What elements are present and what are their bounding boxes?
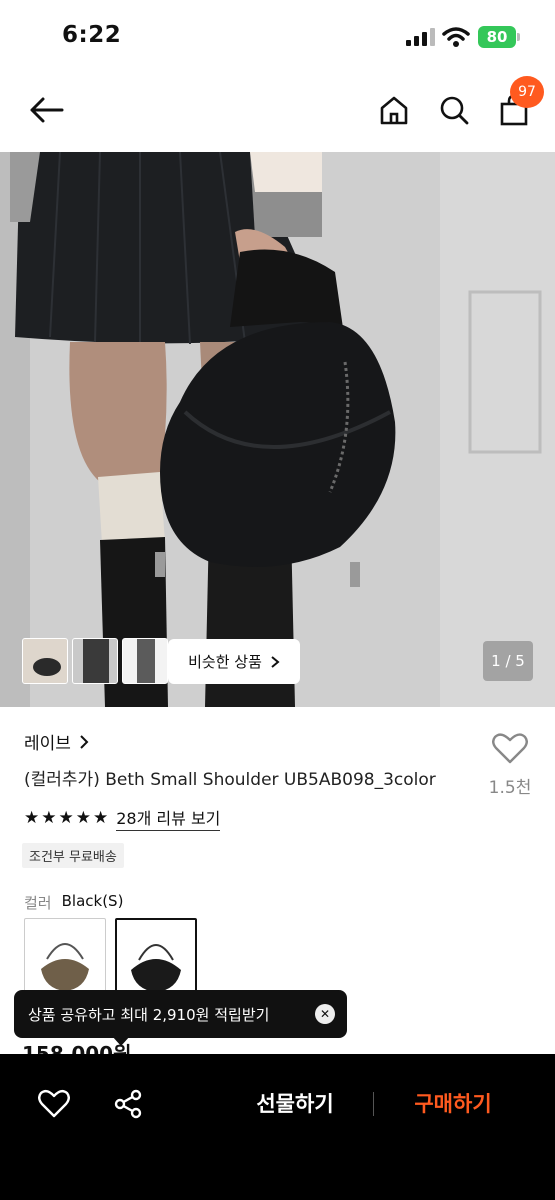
wifi-icon <box>442 27 470 47</box>
like-count: 1.5천 <box>488 778 532 798</box>
product-title: (컬러추가) Beth Small Shoulder UB5AB098_3col… <box>24 770 436 790</box>
gift-button[interactable]: 선물하기 <box>236 1088 354 1122</box>
product-image-gallery[interactable]: 비슷한 상품 1 / 5 <box>0 152 555 707</box>
status-time: 6:22 <box>62 22 122 48</box>
cart-count-badge: 97 <box>510 76 544 108</box>
thumbnail-2[interactable] <box>72 638 118 684</box>
chevron-right-icon <box>271 655 280 668</box>
battery-tip <box>517 33 520 41</box>
brand-link[interactable]: 레이브 <box>24 729 89 754</box>
similar-products-label: 비슷한 상품 <box>188 653 262 671</box>
share-icon[interactable] <box>112 1088 144 1120</box>
star-icon: ★ <box>75 807 91 828</box>
image-pager: 1 / 5 <box>483 641 533 681</box>
reviews-link[interactable]: 28개 리뷰 보기 <box>116 805 221 831</box>
heart-icon <box>492 733 528 764</box>
home-icon <box>380 96 408 125</box>
tooltip-tail <box>112 1036 130 1046</box>
star-rating: ★ ★ ★ ★ ★ <box>24 807 109 828</box>
divider <box>373 1092 374 1116</box>
back-button[interactable] <box>24 90 68 130</box>
thumbnail-1[interactable] <box>22 638 68 684</box>
star-icon: ★ <box>41 807 57 828</box>
star-icon: ★ <box>58 807 74 828</box>
shipping-badge: 조건부 무료배송 <box>22 843 124 868</box>
like-button[interactable] <box>486 732 534 768</box>
cellular-signal-icon <box>406 28 435 46</box>
star-icon: ★ <box>93 807 109 828</box>
share-reward-tooltip: 상품 공유하고 최대 2,910원 적립받기 ✕ <box>14 990 347 1038</box>
color-swatch-brown[interactable] <box>24 918 106 998</box>
tooltip-text: 상품 공유하고 최대 2,910원 적립받기 <box>28 1005 270 1024</box>
battery-indicator: 80 <box>478 26 516 48</box>
color-value: Black(S) <box>61 892 124 910</box>
chevron-right-icon <box>80 734 89 749</box>
search-icon <box>440 96 469 125</box>
buy-button[interactable]: 구매하기 <box>394 1088 512 1122</box>
thumbnail-3[interactable] <box>122 638 168 684</box>
similar-products-button[interactable]: 비슷한 상품 <box>168 639 300 684</box>
color-label: 컬러 <box>24 894 52 912</box>
close-icon[interactable]: ✕ <box>315 1004 335 1024</box>
color-selector-row: 컬러 Black(S) <box>24 892 123 913</box>
product-photo <box>0 152 555 707</box>
brand-name: 레이브 <box>24 734 71 754</box>
wishlist-heart-icon[interactable] <box>38 1088 70 1120</box>
home-button[interactable] <box>374 90 414 130</box>
color-swatch-black[interactable] <box>115 918 197 998</box>
top-navigation <box>0 70 555 152</box>
bottom-action-bar: 선물하기 구매하기 <box>0 1054 555 1200</box>
rating: ★ ★ ★ ★ ★ 28개 리뷰 보기 <box>24 805 221 831</box>
status-bar: 6:22 80 <box>0 0 555 70</box>
arrow-left-icon <box>30 97 64 123</box>
search-button[interactable] <box>434 90 474 130</box>
star-icon: ★ <box>24 807 40 828</box>
thumbnail-strip <box>22 638 168 684</box>
